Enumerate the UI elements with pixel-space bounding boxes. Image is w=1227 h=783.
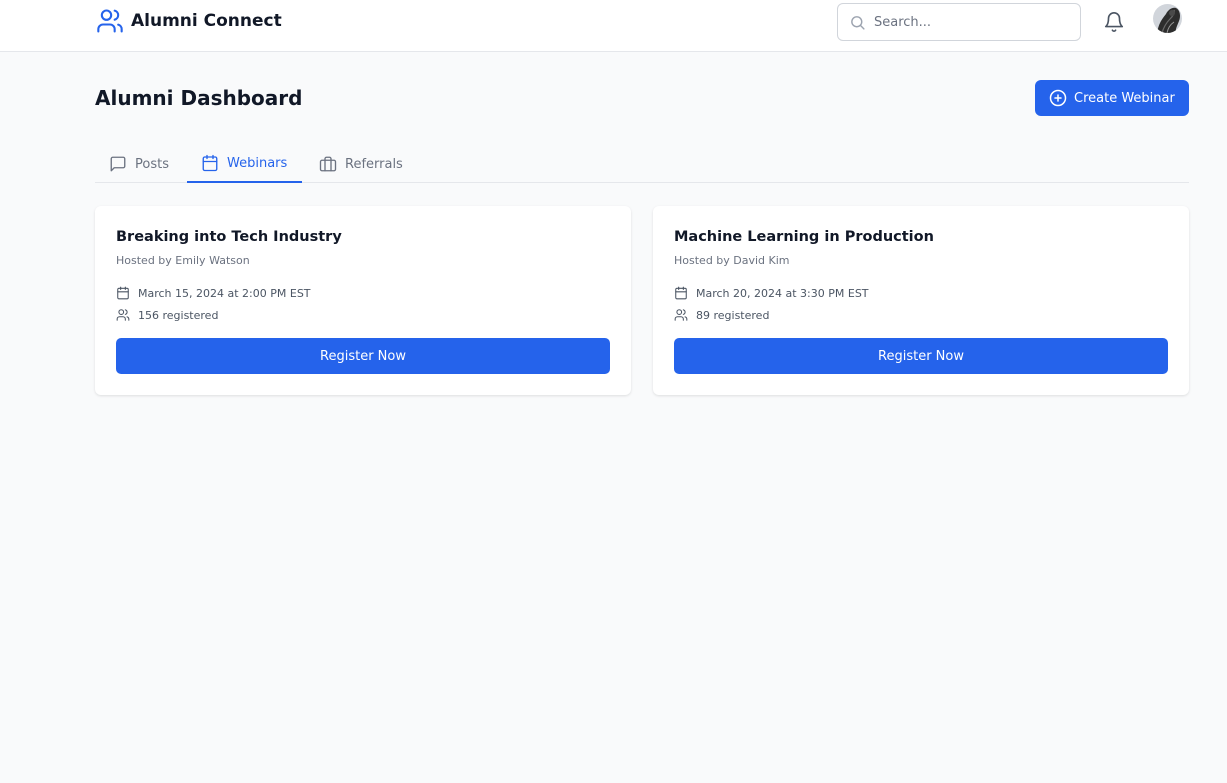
- create-webinar-button[interactable]: Create Webinar: [1035, 80, 1189, 116]
- tab-webinars-label: Webinars: [227, 155, 288, 171]
- webinar-registered: 156 registered: [116, 308, 218, 322]
- calendar-icon: [675, 286, 687, 300]
- search-input[interactable]: [874, 12, 1074, 32]
- webinar-registered: 89 registered: [674, 308, 769, 322]
- search-icon: [851, 16, 865, 30]
- app-name: Alumni Connect: [131, 11, 282, 31]
- webinar-host: Hosted by David Kim: [674, 254, 790, 267]
- briefcase-icon: [319, 156, 337, 172]
- webinar-datetime-text: March 15, 2024 at 2:00 PM EST: [138, 286, 311, 300]
- webinar-host: Hosted by Emily Watson: [116, 254, 250, 267]
- webinar-datetime: March 15, 2024 at 2:00 PM EST: [116, 286, 311, 300]
- register-now-button[interactable]: Register Now: [674, 338, 1168, 374]
- calendar-icon: [202, 154, 218, 172]
- webinar-registered-text: 89 registered: [696, 308, 770, 322]
- users-icon: [116, 309, 130, 321]
- tab-posts[interactable]: Posts: [109, 145, 169, 183]
- webinar-registered-text: 156 registered: [138, 308, 219, 322]
- page-title: Alumni Dashboard: [95, 86, 303, 110]
- message-square-icon: [110, 156, 126, 172]
- avatar[interactable]: [1153, 4, 1182, 33]
- webinar-title: Machine Learning in Production: [674, 229, 934, 245]
- webinar-card: Machine Learning in Production Hosted by…: [653, 206, 1189, 395]
- plus-circle-icon: [1049, 89, 1067, 107]
- tab-referrals[interactable]: Referrals: [319, 145, 403, 183]
- users-icon: [97, 9, 123, 33]
- tab-referrals-label: Referrals: [345, 156, 403, 172]
- webinar-datetime-text: March 20, 2024 at 3:30 PM EST: [696, 286, 869, 300]
- users-icon: [674, 309, 688, 321]
- top-navbar: Alumni Connect: [0, 0, 1227, 52]
- tab-webinars[interactable]: Webinars: [187, 145, 302, 183]
- calendar-icon: [117, 286, 129, 300]
- avatar-image: [1153, 4, 1182, 33]
- tab-bar: Posts Webinars Referrals: [95, 145, 1189, 183]
- register-now-button[interactable]: Register Now: [116, 338, 610, 374]
- bell-icon[interactable]: [1103, 11, 1125, 33]
- create-webinar-label: Create Webinar: [1074, 90, 1175, 106]
- webinar-card: Breaking into Tech Industry Hosted by Em…: [95, 206, 631, 395]
- tab-posts-label: Posts: [135, 156, 169, 172]
- brand[interactable]: Alumni Connect: [95, 7, 282, 35]
- webinar-datetime: March 20, 2024 at 3:30 PM EST: [674, 286, 869, 300]
- webinar-title: Breaking into Tech Industry: [116, 229, 342, 245]
- search-box[interactable]: [837, 3, 1081, 41]
